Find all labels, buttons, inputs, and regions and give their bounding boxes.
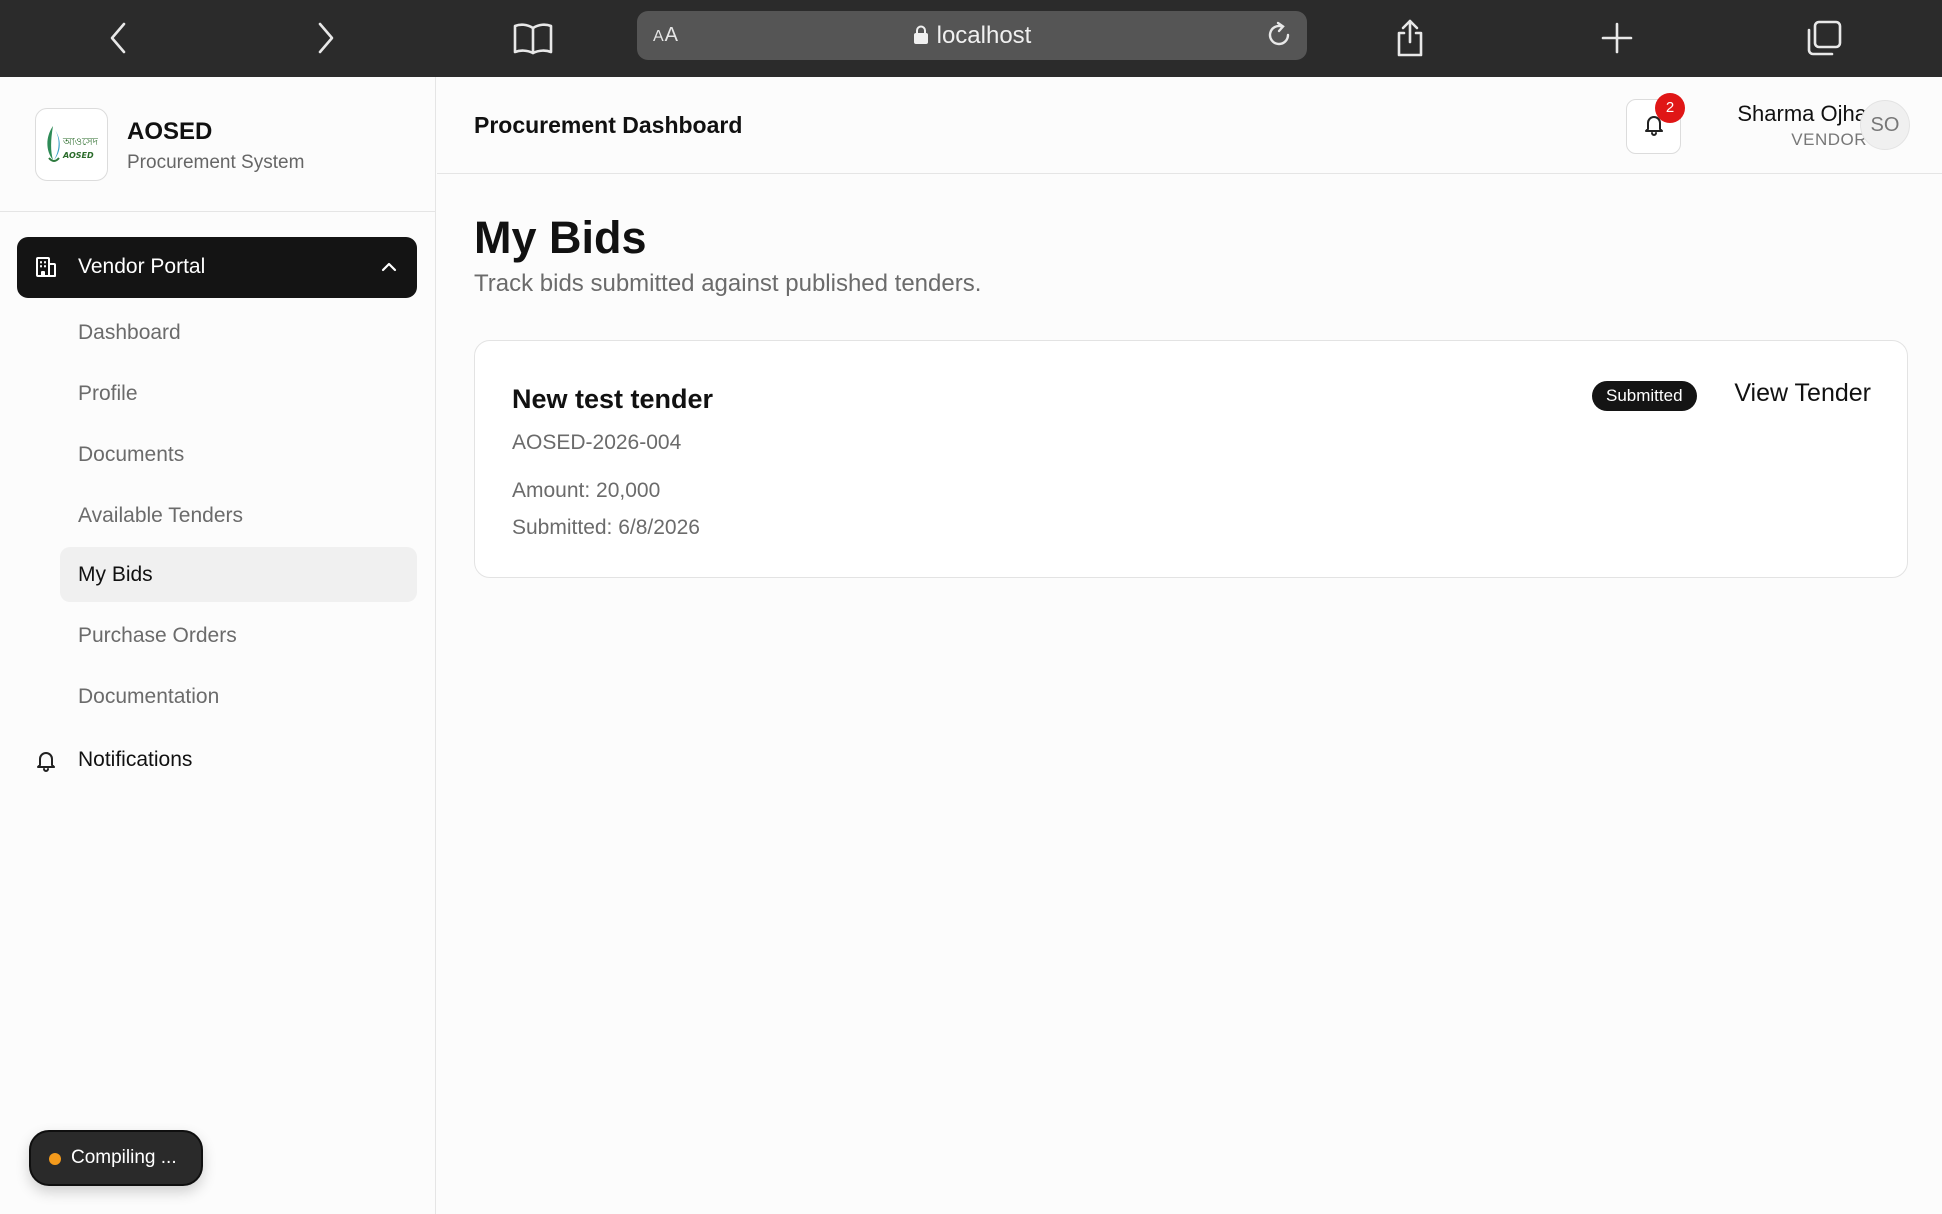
bookmarks-icon[interactable]: [509, 14, 557, 62]
reload-icon[interactable]: [1261, 17, 1297, 53]
url-display: localhost: [637, 22, 1307, 50]
user-role: VENDOR: [1791, 130, 1867, 149]
sidebar-item-available-tenders[interactable]: Available Tenders: [60, 488, 417, 543]
sidebar-item-purchase-orders[interactable]: Purchase Orders: [60, 608, 417, 663]
sidebar-item-dashboard[interactable]: Dashboard: [60, 305, 417, 360]
bell-icon: [34, 748, 58, 777]
svg-text:AOSED: AOSED: [62, 151, 94, 160]
brand-header: আওসেদ AOSED AOSED Procurement System: [0, 77, 435, 212]
tabs-overview-icon[interactable]: [1800, 14, 1848, 62]
sidebar-item-label: Notifications: [78, 748, 193, 771]
status-dot: [49, 1153, 61, 1165]
top-header: Procurement Dashboard 2 Sharma Ojha VEND…: [437, 77, 1942, 174]
sidebar-item-documents[interactable]: Documents: [60, 427, 417, 482]
lock-icon: [913, 25, 928, 44]
view-tender-link[interactable]: View Tender: [1734, 379, 1871, 408]
building-icon: [34, 255, 58, 284]
bid-amount: Amount: 20,000: [512, 479, 661, 502]
brand-name: AOSED: [127, 118, 213, 145]
page-title: My Bids: [474, 212, 647, 263]
back-icon[interactable]: [95, 14, 143, 62]
chevron-up-icon[interactable]: [379, 257, 399, 282]
status-badge: Submitted: [1592, 381, 1697, 411]
compiling-indicator: Compiling ...: [29, 1130, 203, 1186]
new-tab-icon[interactable]: [1593, 14, 1641, 62]
sidebar-group-vendor-portal[interactable]: Vendor Portal: [17, 237, 417, 298]
header-title: Procurement Dashboard: [474, 112, 743, 138]
url-text: localhost: [936, 22, 1032, 49]
avatar[interactable]: SO: [1860, 100, 1910, 150]
sidebar-item-notifications[interactable]: Notifications: [17, 732, 417, 787]
sidebar: আওসেদ AOSED AOSED Procurement System Ven…: [0, 77, 436, 1214]
brand-subtitle: Procurement System: [127, 152, 305, 173]
sidebar-item-documentation[interactable]: Documentation: [60, 669, 417, 724]
bid-submitted-date: Submitted: 6/8/2026: [512, 516, 700, 539]
svg-text:আওসেদ: আওসেদ: [62, 137, 99, 148]
sidebar-item-my-bids[interactable]: My Bids: [60, 547, 417, 602]
notification-count-badge: 2: [1655, 93, 1685, 123]
bid-card: New test tender AOSED-2026-004 Amount: 2…: [474, 340, 1908, 578]
share-icon[interactable]: [1386, 14, 1434, 62]
page-subtitle: Track bids submitted against published t…: [474, 270, 982, 297]
compiling-label: Compiling ...: [71, 1147, 177, 1168]
sidebar-group-label: Vendor Portal: [78, 255, 206, 278]
bid-reference: AOSED-2026-004: [512, 431, 682, 454]
bid-title: New test tender: [512, 384, 714, 414]
user-name: Sharma Ojha: [1737, 101, 1867, 126]
address-bar[interactable]: AA localhost: [637, 11, 1307, 60]
aosed-logo[interactable]: আওসেদ AOSED: [35, 108, 108, 181]
browser-toolbar: AA localhost: [0, 0, 1942, 77]
sidebar-item-profile[interactable]: Profile: [60, 366, 417, 421]
forward-icon[interactable]: [301, 14, 349, 62]
